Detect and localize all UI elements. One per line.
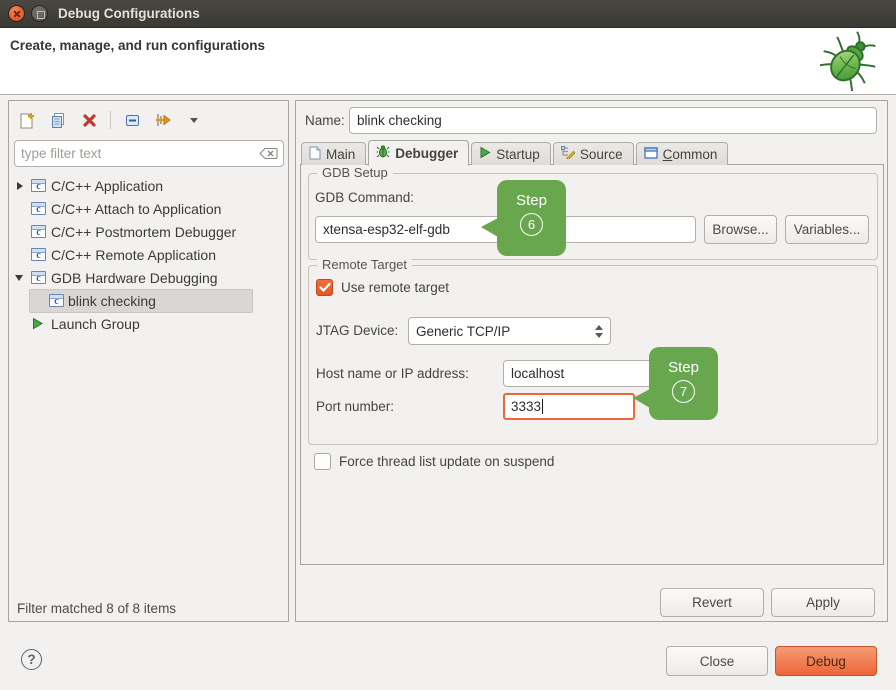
title-bar: Debug Configurations <box>0 0 896 28</box>
c-app-icon <box>31 225 46 238</box>
browse-button[interactable]: Browse... <box>704 215 777 244</box>
step-6-callout: Step 6 <box>497 180 566 256</box>
step-7-callout: Step 7 <box>649 347 718 420</box>
window-close-icon[interactable] <box>8 5 25 22</box>
configurations-sidebar: C/C++ Application C/C++ Attach to Applic… <box>8 100 289 622</box>
window-maximize-icon[interactable] <box>31 5 48 22</box>
gdb-setup-legend: GDB Setup <box>317 165 393 180</box>
tab-debugger[interactable]: Debugger <box>368 140 469 166</box>
filter-icon[interactable] <box>153 110 173 130</box>
sidebar-toolbar <box>13 105 204 135</box>
text-cursor <box>542 399 543 414</box>
tree-item-cpp-postmortem[interactable]: C/C++ Postmortem Debugger <box>9 220 288 243</box>
debug-bug-icon <box>820 31 878 96</box>
filter-field <box>14 140 284 167</box>
c-app-icon <box>49 294 64 307</box>
step-number-badge: 6 <box>520 213 543 236</box>
delete-icon[interactable] <box>79 110 99 130</box>
host-input[interactable] <box>503 360 669 387</box>
gdb-setup-group: GDB Setup GDB Command: Browse... Variabl… <box>308 173 878 260</box>
remote-target-legend: Remote Target <box>317 257 412 272</box>
tab-startup[interactable]: Startup <box>471 142 551 165</box>
c-app-icon <box>31 202 46 215</box>
step-number-badge: 7 <box>672 380 695 403</box>
window-title: Debug Configurations <box>58 0 200 27</box>
configuration-editor: Name: Main <box>295 100 888 622</box>
filter-input[interactable] <box>15 146 259 161</box>
tree-item-launch-group[interactable]: Launch Group <box>9 312 288 335</box>
use-remote-target-label: Use remote target <box>341 280 449 295</box>
debug-configurations-dialog: Debug Configurations Create, manage, and… <box>0 0 896 690</box>
tree-item-cpp-application[interactable]: C/C++ Application <box>9 174 288 197</box>
collapse-all-icon[interactable] <box>122 110 142 130</box>
new-config-icon[interactable] <box>17 110 37 130</box>
use-remote-target-row[interactable]: Use remote target <box>316 279 449 296</box>
configuration-tree: C/C++ Application C/C++ Attach to Applic… <box>9 174 288 335</box>
c-app-icon <box>31 179 46 192</box>
play-icon <box>479 146 491 162</box>
callout-tail-left <box>633 389 650 408</box>
variables-button[interactable]: Variables... <box>785 215 869 244</box>
tree-item-blink-checking[interactable]: blink checking <box>9 289 288 312</box>
tree-item-cpp-attach[interactable]: C/C++ Attach to Application <box>9 197 288 220</box>
expander-expanded-icon[interactable] <box>15 275 25 281</box>
dialog-header: Create, manage, and run configurations <box>0 28 896 95</box>
filter-status-text: Filter matched 8 of 8 items <box>17 601 176 616</box>
tree-item-gdb-hardware[interactable]: GDB Hardware Debugging <box>9 266 288 289</box>
port-label: Port number: <box>316 399 394 414</box>
spinner-arrows-icon[interactable] <box>595 325 603 338</box>
tab-common[interactable]: Common <box>636 142 729 165</box>
bug-icon <box>376 145 390 162</box>
apply-button[interactable]: Apply <box>771 588 875 617</box>
document-icon <box>309 146 321 163</box>
clear-filter-icon[interactable] <box>259 147 278 160</box>
host-label: Host name or IP address: <box>316 366 469 381</box>
jtag-device-label: JTAG Device: <box>316 323 398 338</box>
close-button[interactable]: Close <box>666 646 768 676</box>
toolbar-separator <box>110 111 111 129</box>
revert-button[interactable]: Revert <box>660 588 764 617</box>
duplicate-icon[interactable] <box>48 110 68 130</box>
port-input[interactable]: 3333 <box>503 393 635 420</box>
name-input[interactable] <box>349 107 877 134</box>
tree-item-cpp-remote[interactable]: C/C++ Remote Application <box>9 243 288 266</box>
name-label: Name: <box>305 113 345 128</box>
view-menu-icon[interactable] <box>184 110 204 130</box>
force-thread-row[interactable]: Force thread list update on suspend <box>314 453 554 470</box>
debug-button[interactable]: Debug <box>775 646 877 676</box>
debugger-tab-panel: GDB Setup GDB Command: Browse... Variabl… <box>300 164 884 565</box>
editor-tabs: Main Debugger <box>301 139 728 165</box>
tab-main[interactable]: Main <box>301 142 366 165</box>
source-tree-icon <box>561 146 575 162</box>
expander-collapsed-icon[interactable] <box>17 182 27 190</box>
jtag-device-select[interactable]: Generic TCP/IP <box>408 317 611 345</box>
tab-source[interactable]: Source <box>553 142 634 165</box>
launch-group-icon <box>31 317 44 330</box>
help-button[interactable]: ? <box>21 649 42 670</box>
force-thread-label: Force thread list update on suspend <box>339 454 554 469</box>
callout-tail-left <box>481 218 498 237</box>
gdb-command-label: GDB Command: <box>315 190 414 205</box>
checked-checkbox-icon[interactable] <box>316 279 333 296</box>
window-icon <box>644 147 658 162</box>
c-app-icon <box>31 248 46 261</box>
page-title: Create, manage, and run configurations <box>10 38 265 53</box>
c-app-icon <box>31 271 46 284</box>
remote-target-group: Remote Target Use remote target JTAG Dev… <box>308 265 878 445</box>
unchecked-checkbox-icon[interactable] <box>314 453 331 470</box>
